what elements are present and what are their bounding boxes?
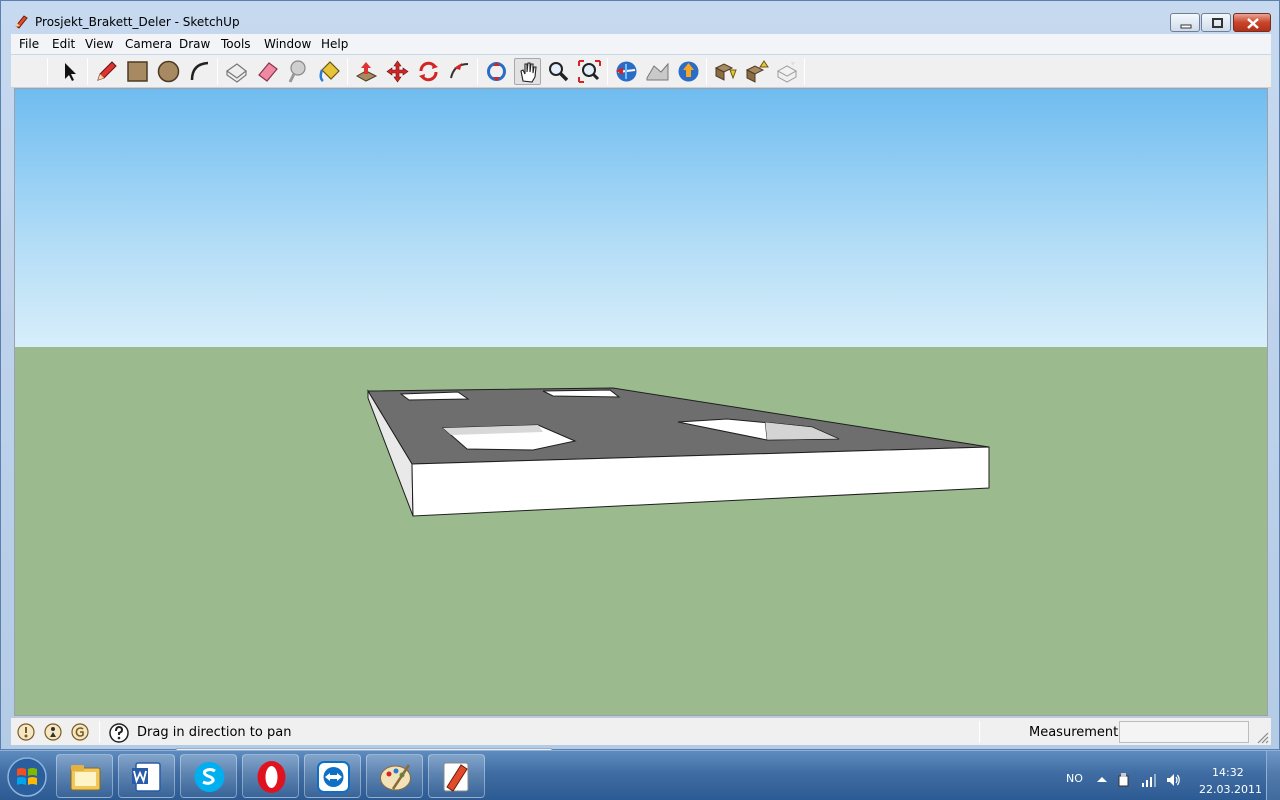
word-icon[interactable] <box>118 754 175 798</box>
circle-icon[interactable] <box>155 58 182 85</box>
menu-tools[interactable]: Tools <box>221 37 251 51</box>
menu-bar: File Edit View Camera Draw Tools Window … <box>11 34 1271 54</box>
pencil-icon[interactable] <box>93 58 120 85</box>
status-separator <box>99 721 100 743</box>
sketchup-icon[interactable] <box>428 754 485 798</box>
google-signin-icon[interactable] <box>71 723 89 741</box>
toolbar-separator <box>47 58 48 85</box>
clock-time[interactable]: 14:32 <box>1212 766 1244 779</box>
show-hidden-icons-icon[interactable] <box>1094 772 1110 788</box>
status-hint: Drag in direction to pan <box>137 725 292 740</box>
rectangle-icon[interactable] <box>124 58 151 85</box>
opera-icon[interactable] <box>242 754 299 798</box>
tape-measure-icon[interactable] <box>285 58 312 85</box>
teamviewer-icon[interactable] <box>304 754 361 798</box>
share-component-icon[interactable] <box>774 58 801 85</box>
measurements-label: Measurements <box>1029 725 1126 740</box>
input-language[interactable]: NO <box>1066 772 1083 785</box>
network-icon[interactable] <box>1141 772 1157 788</box>
bracket-model[interactable] <box>15 89 1268 716</box>
eraser-icon[interactable] <box>254 58 281 85</box>
get-models-icon[interactable] <box>712 58 739 85</box>
menu-draw[interactable]: Draw <box>179 37 210 51</box>
toolbar-separator <box>87 58 88 85</box>
menu-help[interactable]: Help <box>321 37 348 51</box>
toolbar-separator <box>607 58 608 85</box>
show-desktop-button[interactable] <box>1266 751 1280 800</box>
move-icon[interactable] <box>384 58 411 85</box>
model-hole <box>542 389 621 398</box>
help-icon[interactable] <box>109 723 129 743</box>
toolbar <box>11 55 1271 88</box>
toolbar-separator <box>804 58 805 85</box>
start-button[interactable] <box>2 754 52 800</box>
push-pull-icon[interactable] <box>353 58 380 85</box>
menu-camera[interactable]: Camera <box>125 37 172 51</box>
toggle-terrain-icon[interactable] <box>644 58 671 85</box>
toolbar-separator <box>477 58 478 85</box>
windows-explorer-icon[interactable] <box>56 754 113 798</box>
menu-edit[interactable]: Edit <box>52 37 75 51</box>
toolbar-separator <box>347 58 348 85</box>
follow-me-icon[interactable] <box>446 58 473 85</box>
toolbar-separator <box>706 58 707 85</box>
title-bar[interactable]: Prosjekt_Brakett_Deler - SketchUp <box>1 1 1279 33</box>
zoom-icon[interactable] <box>545 58 572 85</box>
sketchup-window: Prosjekt_Brakett_Deler - SketchUp File E… <box>0 0 1280 750</box>
skype-icon[interactable] <box>180 754 237 798</box>
rotate-icon[interactable] <box>415 58 442 85</box>
share-model-icon[interactable] <box>743 58 770 85</box>
power-icon[interactable] <box>1116 772 1132 788</box>
place-model-icon[interactable] <box>675 58 702 85</box>
restore-button[interactable] <box>1201 13 1231 32</box>
arc-icon[interactable] <box>186 58 213 85</box>
orbit-icon[interactable] <box>483 58 510 85</box>
geo-location-icon[interactable] <box>17 723 35 741</box>
minimize-button[interactable] <box>1170 13 1200 32</box>
credits-icon[interactable] <box>44 723 62 741</box>
menu-file[interactable]: File <box>19 37 39 51</box>
paint-icon[interactable] <box>366 754 423 798</box>
resize-grip-icon[interactable] <box>1255 730 1269 744</box>
close-button[interactable] <box>1233 13 1271 32</box>
paint-bucket-icon[interactable] <box>316 58 343 85</box>
pan-icon[interactable] <box>514 58 541 85</box>
drawing-viewport[interactable] <box>14 88 1268 716</box>
volume-icon[interactable] <box>1165 772 1181 788</box>
status-separator <box>979 721 980 743</box>
taskbar <box>0 750 1280 800</box>
measurements-field[interactable] <box>1119 721 1249 743</box>
toolbar-separator <box>217 58 218 85</box>
sketchup-app-icon[interactable] <box>13 13 29 29</box>
menu-view[interactable]: View <box>85 37 113 51</box>
zoom-extents-icon[interactable] <box>576 58 603 85</box>
select-icon[interactable] <box>56 58 83 85</box>
status-bar: Drag in direction to pan Measurements <box>11 717 1271 745</box>
model-hole <box>399 391 470 401</box>
get-current-view-icon[interactable] <box>613 58 640 85</box>
menu-window[interactable]: Window <box>264 37 311 51</box>
window-title: Prosjekt_Brakett_Deler - SketchUp <box>35 15 240 29</box>
make-component-icon[interactable] <box>223 58 250 85</box>
clock-date[interactable]: 22.03.2011 <box>1199 783 1262 796</box>
